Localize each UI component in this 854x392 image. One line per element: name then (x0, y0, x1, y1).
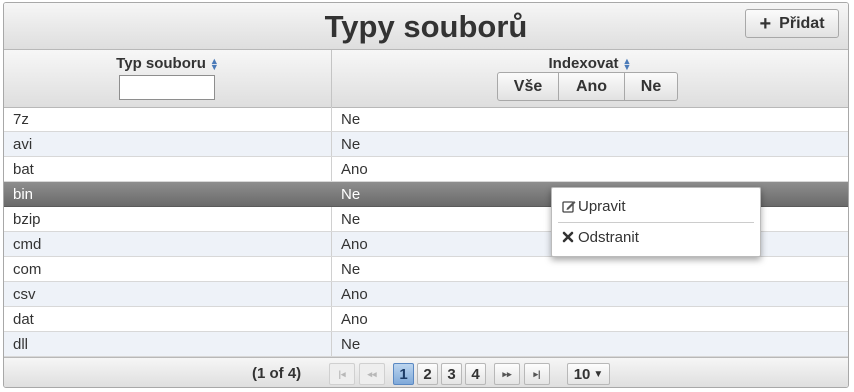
table-header: Typ souboru ▲ ▼ Indexovat ▲ ▼ Vše Ano Ne (4, 50, 848, 108)
cell-index: Ano (341, 311, 368, 328)
add-button-label: Přidat (779, 14, 825, 32)
table-row[interactable]: com Ne (4, 257, 848, 282)
add-button[interactable]: + Přidat (745, 9, 839, 38)
edit-icon (562, 201, 576, 213)
table-row[interactable]: 7z Ne (4, 107, 848, 132)
delete-menu-label: Odstranit (578, 228, 639, 246)
next-page-icon[interactable]: ▸▸ (494, 363, 520, 385)
page-4-button[interactable]: 4 (465, 363, 486, 385)
edit-menu-label: Upravit (578, 197, 626, 215)
table-row[interactable]: bat Ano (4, 157, 848, 182)
page-1-button[interactable]: 1 (393, 363, 414, 385)
cell-index: Ne (341, 186, 361, 203)
page-3-button[interactable]: 3 (441, 363, 462, 385)
cell-type: bin (13, 186, 34, 203)
cell-index: Ne (341, 111, 361, 128)
table-row[interactable]: csv Ano (4, 282, 848, 307)
chevron-down-icon: ▼ (593, 368, 604, 380)
filter-yes-button[interactable]: Ano (559, 72, 625, 101)
rows-per-page-value: 10 (573, 365, 591, 383)
cell-type: bzip (13, 211, 41, 228)
page-info: (1 of 4) (252, 365, 302, 382)
cell-index: Ne (341, 211, 361, 228)
cell-type: cmd (13, 236, 42, 253)
sort-icon[interactable]: ▲ ▼ (210, 56, 219, 71)
edit-menu-item[interactable]: Upravit (562, 195, 626, 217)
cell-index: Ano (341, 286, 368, 303)
cell-type: avi (13, 136, 33, 153)
context-menu: Upravit Odstranit (551, 187, 761, 257)
close-icon (562, 231, 574, 243)
page-2-button[interactable]: 2 (417, 363, 438, 385)
cell-type: csv (13, 286, 36, 303)
column-header-type[interactable]: Typ souboru ▲ ▼ (4, 50, 332, 107)
index-filter-group: Vše Ano Ne (497, 72, 678, 101)
table-row[interactable]: dll Ne (4, 332, 848, 357)
prev-page-icon[interactable]: ◂◂ (359, 363, 385, 385)
column-header-index-label: Indexovat (548, 55, 619, 72)
sort-icon[interactable]: ▲ ▼ (623, 56, 632, 71)
cell-index: Ne (341, 261, 361, 278)
cell-type: dat (13, 311, 34, 328)
paginator: (1 of 4) |◂ ◂◂ 1 2 3 4 ▸▸ ▸| 10 ▼ (4, 357, 848, 387)
plus-icon: + (759, 12, 772, 35)
cell-index: Ne (341, 136, 361, 153)
delete-menu-item[interactable]: Odstranit (562, 226, 639, 248)
menu-divider (558, 222, 754, 223)
rows-per-page-select[interactable]: 10 ▼ (567, 363, 610, 385)
cell-type: 7z (13, 111, 29, 128)
cell-index: Ne (341, 336, 361, 353)
cell-index: Ano (341, 236, 368, 253)
filter-all-button[interactable]: Vše (497, 72, 559, 101)
type-filter-input[interactable] (119, 75, 215, 100)
cell-type: com (13, 261, 42, 278)
column-header-type-label: Typ souboru (116, 55, 206, 72)
first-page-icon[interactable]: |◂ (329, 363, 355, 385)
filter-no-button[interactable]: Ne (625, 72, 678, 101)
table-row[interactable]: avi Ne (4, 132, 848, 157)
cell-type: bat (13, 161, 34, 178)
cell-type: dll (13, 336, 29, 353)
table-row[interactable]: dat Ano (4, 307, 848, 332)
title-bar: Typy souborů + Přidat (4, 3, 848, 50)
cell-index: Ano (341, 161, 368, 178)
page-title: Typy souborů (324, 9, 528, 44)
last-page-icon[interactable]: ▸| (524, 363, 550, 385)
column-header-index[interactable]: Indexovat ▲ ▼ Vše Ano Ne (332, 50, 848, 107)
